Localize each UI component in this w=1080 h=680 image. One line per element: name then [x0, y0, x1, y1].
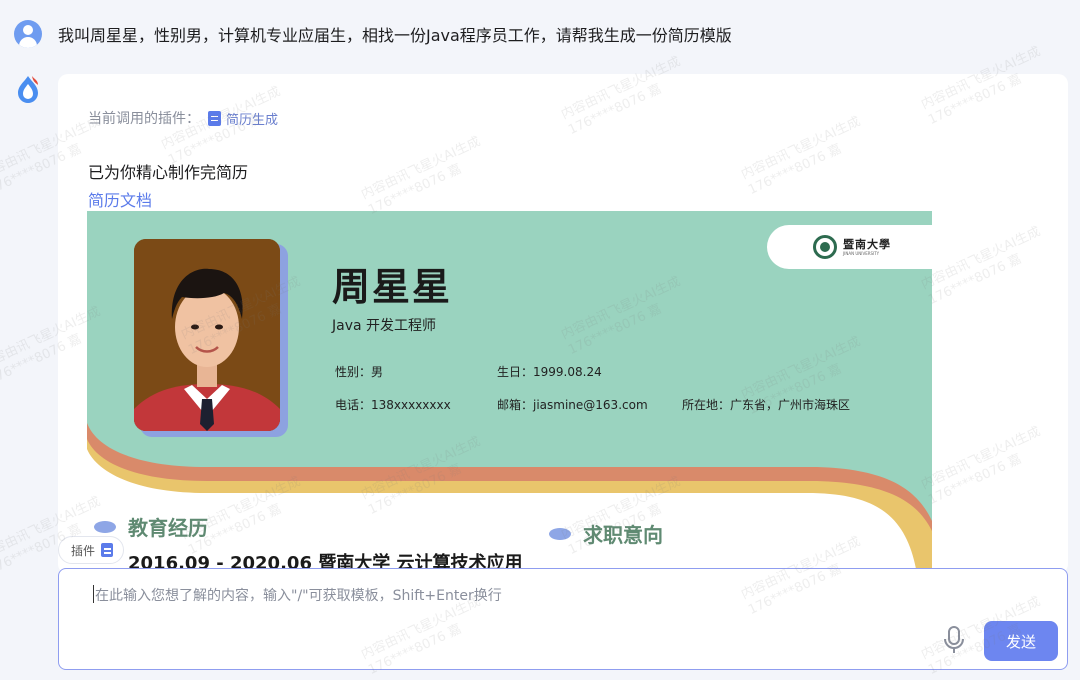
university-seal-icon	[813, 235, 837, 259]
user-message-text: 我叫周星星，性别男，计算机专业应届生，相找一份Java程序员工作，请帮我生成一份…	[58, 26, 732, 45]
document-icon	[101, 543, 114, 557]
text-caret	[93, 585, 94, 603]
section-bullet-icon	[94, 520, 116, 533]
section-bullet-icon	[549, 527, 571, 540]
resume-preview[interactable]: 暨南大學 JINAN UNIVERSITY 周星星 Java 开发工程师 性别：…	[87, 211, 932, 574]
resume-name: 周星星	[332, 265, 453, 309]
resume-birthday: 生日：1999.08.24	[497, 365, 602, 379]
section-job-intent-title: 求职意向	[549, 519, 663, 548]
resume-gender: 性别：男	[335, 365, 384, 379]
resume-email: 邮箱：jiasmine@163.com	[497, 398, 648, 412]
university-name-en: JINAN UNIVERSITY	[843, 250, 880, 256]
done-text: 已为你精心制作完简历	[88, 163, 249, 182]
resume-location: 所在地：广东省，广州市海珠区	[682, 398, 851, 412]
resume-phone: 电话：138xxxxxxxx	[335, 398, 451, 412]
send-button[interactable]: 发送	[984, 621, 1058, 661]
profile-photo	[134, 239, 280, 431]
resume-doc-link[interactable]: 简历文档	[88, 187, 152, 211]
resume-job-title: Java 开发工程师	[332, 318, 437, 334]
plugin-prefix: 当前调用的插件：	[88, 111, 200, 127]
user-message-row: 我叫周星星，性别男，计算机专业应届生，相找一份Java程序员工作，请帮我生成一份…	[14, 20, 732, 48]
plugin-name: 简历生成	[226, 112, 279, 128]
plugin-line: 当前调用的插件： 简历生成	[88, 108, 278, 128]
message-input-box[interactable]: 在此输入您想了解的内容，输入"/"可获取模板，Shift+Enter换行 发送	[58, 568, 1068, 670]
answer-card: 当前调用的插件： 简历生成 已为你精心制作完简历 简历文档 暨南大學 JINAN…	[58, 74, 1068, 574]
plugin-tag[interactable]: 插件	[58, 536, 125, 564]
university-name: 暨南大學	[843, 237, 891, 251]
plugin-tag-label: 插件	[71, 543, 96, 558]
section-education-label: 教育经历	[128, 516, 208, 540]
message-input[interactable]: 在此输入您想了解的内容，输入"/"可获取模板，Shift+Enter换行	[95, 585, 502, 605]
document-icon	[208, 110, 221, 126]
spark-logo-icon	[18, 76, 38, 103]
user-avatar-icon	[14, 20, 42, 48]
section-job-intent-label: 求职意向	[583, 523, 663, 547]
microphone-icon[interactable]	[943, 625, 965, 655]
university-badge: 暨南大學 JINAN UNIVERSITY	[767, 225, 932, 269]
